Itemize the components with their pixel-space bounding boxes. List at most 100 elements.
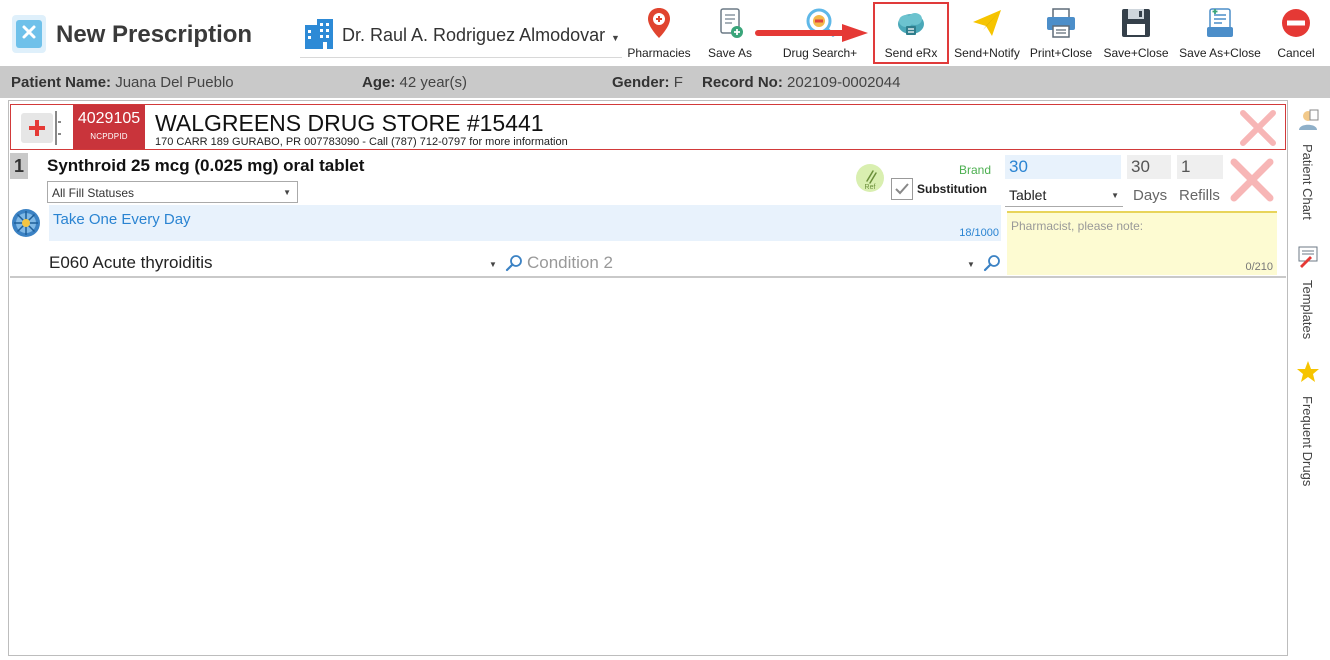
patient-gender-value: F — [673, 74, 683, 91]
patient-record: Record No: 202109-0002044 — [702, 74, 900, 91]
sig-textarea[interactable]: Take One Every Day 18/1000 — [49, 205, 1001, 241]
side-tabs: Patient Chart Templates Frequent Drugs — [1290, 100, 1330, 656]
patient-info-bar: Patient Name: Juana Del Pueblo Age: 42 y… — [0, 66, 1330, 98]
patient-age: Age: 42 year(s) — [362, 74, 467, 91]
star-icon — [1297, 361, 1319, 382]
document-add-icon — [720, 8, 743, 38]
pharmacy-address: 170 CARR 189 GURABO, PR 007783090 - Call… — [155, 136, 568, 148]
ref-text: Ref — [865, 184, 876, 191]
tab-patient-chart[interactable]: Patient Chart — [1290, 108, 1326, 238]
save-close-label: Save+Close — [1103, 46, 1169, 60]
doctor-name: Dr. Raul A. Rodriguez Almodovar — [342, 25, 606, 45]
patient-gender-label: Gender: — [612, 74, 670, 91]
fill-status-value: All Fill Statuses — [52, 186, 135, 200]
condition-1-field[interactable]: E060 Acute thyroiditis ▼ — [49, 253, 522, 275]
send-erx-label: Send eRx — [884, 46, 938, 60]
tab-templates-label: Templates — [1300, 280, 1315, 340]
quantity-input[interactable]: 30 — [1005, 155, 1121, 179]
print-close-label: Print+Close — [1029, 46, 1093, 60]
header: New Prescription Dr. Raul A. Rodriguez A… — [0, 0, 1330, 66]
ncpdpid-caption: NCPDPID — [90, 132, 128, 141]
save-as-label: Save As — [707, 46, 753, 60]
patient-record-label: Record No: — [702, 74, 783, 91]
unit-value: Tablet — [1009, 187, 1047, 203]
patient-record-value: 202109-0002044 — [787, 74, 901, 91]
sig-text: Take One Every Day — [53, 211, 191, 228]
tab-frequent-drugs-label: Frequent Drugs — [1300, 396, 1315, 487]
document-medical-icon — [1207, 8, 1233, 37]
chevron-down-icon: ▼ — [1111, 191, 1119, 200]
cloud-send-icon — [898, 13, 924, 35]
doctor-selector[interactable]: Dr. Raul A. Rodriguez Almodovar ▼ — [300, 14, 622, 58]
patient-gender: Gender: F — [612, 74, 683, 91]
cancel-label: Cancel — [1277, 46, 1315, 60]
search-icon[interactable] — [983, 254, 1001, 272]
drug-name: Synthroid 25 mcg (0.025 mg) oral tablet — [47, 156, 365, 175]
send-notify-button[interactable]: Send+Notify — [952, 4, 1022, 62]
pharmacist-note-textarea[interactable]: Pharmacist, please note: 0/210 — [1007, 211, 1277, 275]
save-close-button[interactable]: Save+Close — [1102, 4, 1170, 62]
substitution-checkbox[interactable] — [891, 178, 913, 200]
sig-wheel-icon[interactable] — [11, 208, 41, 238]
drug-search-label: Drug Search+ — [782, 46, 858, 60]
ncpdpid-number: 4029105 — [77, 110, 141, 127]
ncpdpid-badge: 4029105 NCPDPID — [73, 105, 145, 149]
building-icon — [305, 19, 333, 49]
days-label: Days — [1133, 187, 1168, 204]
prescription-panel: 4029105 NCPDPID WALGREENS DRUG STORE #15… — [8, 100, 1288, 656]
tab-frequent-drugs[interactable]: Frequent Drugs — [1290, 360, 1326, 500]
patient-name: Patient Name: Juana Del Pueblo — [11, 74, 234, 91]
tab-templates[interactable]: Templates — [1290, 244, 1326, 354]
days-input[interactable]: 30 — [1127, 155, 1171, 179]
remove-pharmacy-icon[interactable] — [1239, 109, 1277, 147]
cancel-icon — [1282, 9, 1310, 37]
condition-2-placeholder: Condition 2 — [527, 253, 614, 272]
send-notify-label: Send+Notify — [954, 46, 1020, 60]
note-char-count: 0/210 — [1245, 261, 1273, 273]
sig-char-count: 18/1000 — [959, 227, 999, 239]
arrow-annotation — [755, 24, 868, 42]
templates-icon — [1298, 246, 1318, 268]
chevron-down-icon[interactable]: ▼ — [967, 260, 975, 269]
condition-2-field[interactable]: Condition 2 ▼ — [527, 253, 1001, 275]
condition-1-value: E060 Acute thyroiditis — [49, 253, 213, 272]
pharmacy-cross-icon — [21, 111, 61, 145]
send-erx-button[interactable]: Send eRx — [873, 2, 949, 64]
pharmacy-card[interactable]: 4029105 NCPDPID WALGREENS DRUG STORE #15… — [10, 104, 1286, 150]
tab-patient-chart-label: Patient Chart — [1300, 144, 1315, 220]
prescription-icon — [12, 15, 46, 53]
page-title: New Prescription — [56, 21, 253, 48]
patient-name-value: Juana Del Pueblo — [115, 74, 234, 91]
cancel-button[interactable]: Cancel — [1270, 4, 1322, 62]
fill-status-dropdown[interactable]: All Fill Statuses ▼ — [47, 181, 298, 203]
chevron-down-icon[interactable]: ▼ — [489, 260, 497, 269]
patient-age-value: 42 year(s) — [399, 74, 468, 91]
patient-name-label: Patient Name: — [11, 74, 112, 91]
pharmacies-label: Pharmacies — [627, 46, 691, 60]
pharmacy-name: WALGREENS DRUG STORE #15441 — [155, 110, 544, 136]
pharmacies-button[interactable]: Pharmacies — [624, 4, 694, 62]
chevron-down-icon: ▼ — [611, 33, 620, 43]
search-icon[interactable] — [505, 254, 523, 272]
substitution-label: Substitution — [917, 182, 987, 196]
remove-drug-icon[interactable] — [1229, 157, 1275, 203]
refills-input[interactable]: 1 — [1177, 155, 1223, 179]
chevron-down-icon: ▼ — [283, 188, 291, 197]
checkmark-icon — [895, 183, 909, 195]
printer-icon — [1047, 8, 1075, 38]
save-as-button[interactable]: Save As — [702, 4, 758, 62]
patient-chart-icon — [1299, 109, 1319, 130]
brand-label: Brand — [959, 163, 992, 177]
refills-label: Refills — [1179, 187, 1220, 204]
drug-number: 1 — [10, 153, 28, 179]
note-placeholder: Pharmacist, please note: — [1011, 219, 1144, 233]
print-close-button[interactable]: Print+Close — [1028, 4, 1094, 62]
save-as-close-label: Save As+Close — [1179, 46, 1261, 60]
map-pin-icon — [648, 8, 670, 38]
floppy-disk-icon — [1122, 9, 1150, 37]
divider — [10, 276, 1286, 278]
unit-dropdown[interactable]: Tablet ▼ — [1005, 183, 1123, 207]
save-as-close-button[interactable]: Save As+Close — [1176, 4, 1264, 62]
reference-paperclip-icon[interactable]: Ref — [855, 163, 885, 193]
patient-age-label: Age: — [362, 74, 396, 91]
